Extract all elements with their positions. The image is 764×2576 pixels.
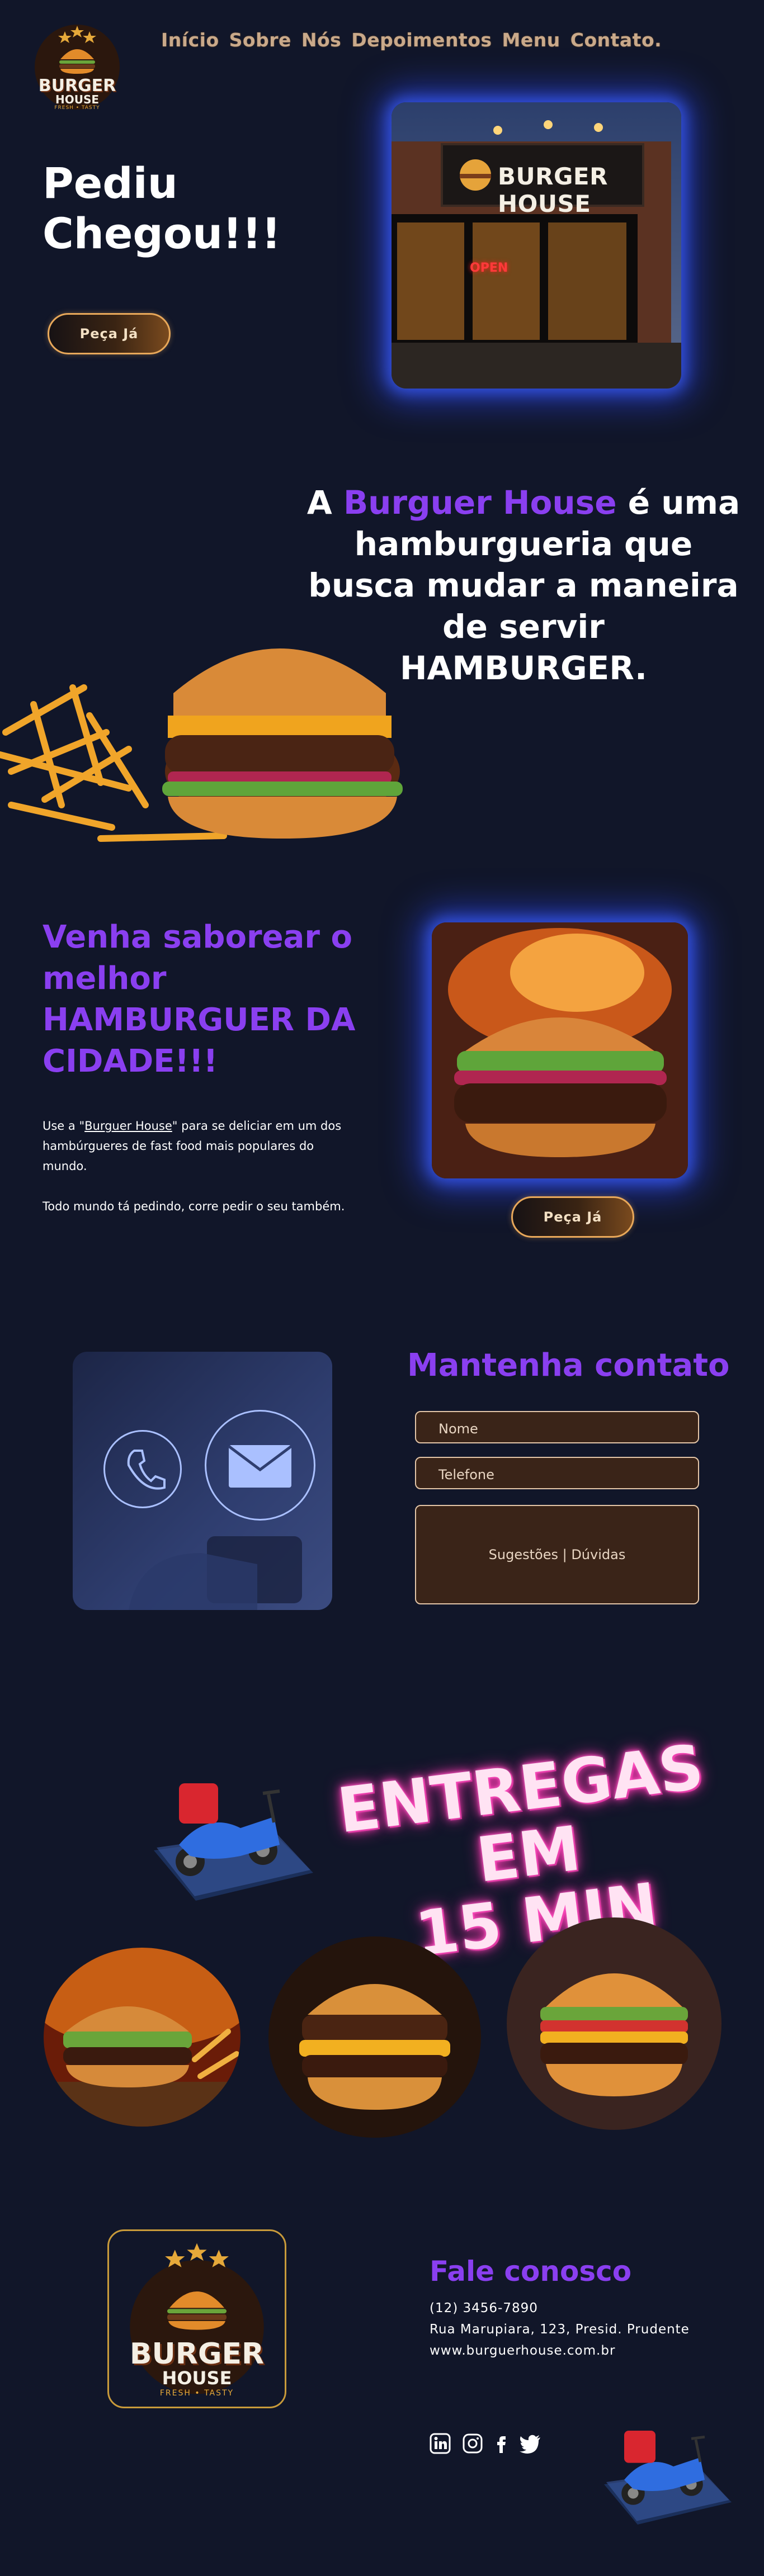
footer-phone: (12) 3456-7890 — [430, 2301, 538, 2315]
linkedin-icon[interactable] — [430, 2433, 451, 2454]
footer-address: Rua Marupiara, 123, Presid. Prudente — [430, 2322, 690, 2337]
nav-link-sobre[interactable]: Sobre — [229, 29, 291, 51]
flaming-burger-illustration — [432, 922, 688, 1178]
burger-photo-3 — [507, 1917, 721, 2130]
nav-link-menu[interactable]: Menu — [502, 29, 560, 51]
burger-fries-image — [0, 604, 414, 861]
nav-link-inicio[interactable]: Início — [161, 29, 219, 51]
footer-scooter-image — [597, 2404, 732, 2538]
promo-brand-link[interactable]: Burguer House — [84, 1119, 172, 1133]
footer-website[interactable]: www.burguerhouse.com.br — [430, 2343, 615, 2358]
footer-logo-brand-bottom: HOUSE — [162, 2367, 232, 2389]
promo-paragraph-1: Use a "Burguer House" para se deliciar e… — [43, 1116, 356, 1176]
hero-order-button[interactable]: Peça Já — [48, 313, 171, 354]
storefront-image: BURGER HOUSE OPEN — [392, 102, 681, 389]
promo-paragraph-2: Todo mundo tá pedindo, corre pedir o seu… — [43, 1200, 345, 1213]
open-sign: OPEN — [470, 261, 508, 275]
contact-title: Mantenha contato — [407, 1347, 730, 1384]
burger-classic-illustration — [507, 1917, 721, 2130]
mail-icon — [205, 1410, 315, 1521]
hero-title-line2: Chegou!!! — [43, 209, 281, 258]
social-icons — [430, 2433, 541, 2454]
logo-brand-bottom: HOUSE — [55, 93, 100, 106]
name-field[interactable]: Nome — [415, 1411, 699, 1443]
promo-title: Venha saborear o melhor HAMBURGUER DA CI… — [43, 919, 356, 1079]
scooter-icon — [154, 1783, 313, 1901]
delivery-scooter-image — [145, 1750, 313, 1917]
burger-photo-2 — [268, 1936, 481, 2138]
nav-link-nos[interactable]: Nós — [301, 29, 341, 51]
about-emphasis: HAMBURGER. — [399, 649, 648, 687]
phone-field[interactable]: Telefone — [415, 1457, 699, 1489]
hero-title: Pediu Chegou!!! — [43, 158, 333, 259]
nav-link-depoimentos[interactable]: Depoimentos — [351, 29, 492, 51]
burger-photo-1 — [44, 1948, 240, 2127]
footer-logo-brand-top: BURGER — [129, 2337, 265, 2371]
footer-logo-tagline: FRESH • TASTY — [159, 2389, 234, 2398]
burger-fries-illustration — [0, 648, 403, 842]
twitter-icon[interactable] — [519, 2433, 541, 2454]
footer-logo[interactable]: BURGER HOUSE FRESH • TASTY — [107, 2229, 286, 2408]
promo-p1-before: Use a " — [43, 1119, 85, 1133]
storefront-sign: BURGER HOUSE — [498, 163, 608, 217]
facebook-icon[interactable] — [494, 2433, 508, 2454]
logo-tagline: FRESH • TASTY — [54, 105, 100, 111]
phone-icon — [103, 1430, 182, 1508]
instagram-icon[interactable] — [462, 2433, 483, 2454]
storefront-illustration — [392, 102, 681, 389]
promo-order-button[interactable]: Peça Já — [511, 1196, 634, 1238]
flaming-burger-image — [432, 922, 688, 1178]
message-field[interactable]: Sugestões | Dúvidas — [415, 1505, 699, 1604]
hero-title-line1: Pediu — [43, 158, 178, 208]
burger-grill-illustration — [44, 1948, 240, 2127]
scooter-icon — [604, 2431, 732, 2525]
footer-title: Fale conosco — [430, 2255, 632, 2288]
main-nav: Início Sobre Nós Depoimentos Menu Contat… — [161, 29, 662, 51]
header-logo[interactable]: BURGER HOUSE FRESH • TASTY — [31, 17, 123, 112]
nav-link-contato[interactable]: Contato. — [570, 29, 662, 51]
about-prefix: A — [306, 484, 343, 522]
burger-pulled-pork-illustration — [268, 1936, 481, 2138]
about-brand: Burguer House — [343, 484, 617, 522]
contact-image — [73, 1352, 332, 1610]
